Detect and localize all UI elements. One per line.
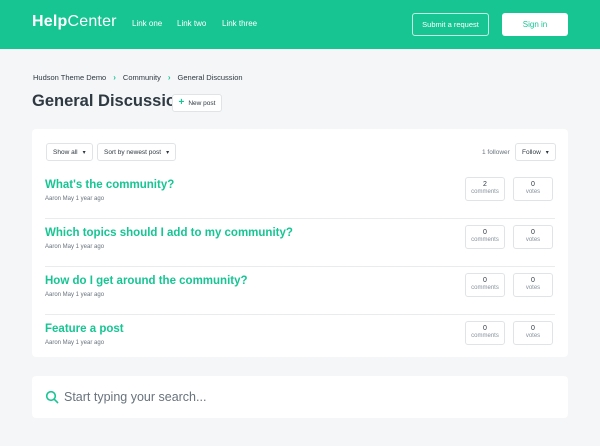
breadcrumb-item-home[interactable]: Hudson Theme Demo xyxy=(33,73,106,82)
nav-link-one[interactable]: Link one xyxy=(132,19,162,28)
new-post-button[interactable]: + New post xyxy=(172,94,222,112)
votes-count: 0 votes xyxy=(513,177,553,201)
logo-light-text: Center xyxy=(67,13,117,30)
post-meta: Aaron May 1 year ago xyxy=(45,340,105,346)
sort-label: Sort by newest post xyxy=(104,148,162,156)
post-item: What's the community? Aaron May 1 year a… xyxy=(32,171,568,219)
post-meta: Aaron May 1 year ago xyxy=(45,196,105,202)
comments-count: 0 comments xyxy=(465,273,505,297)
post-title-link[interactable]: How do I get around the community? xyxy=(45,275,248,287)
post-title-link[interactable]: Feature a post xyxy=(45,323,124,335)
comments-label: comments xyxy=(471,237,499,243)
search-input[interactable] xyxy=(64,385,544,409)
votes-label: votes xyxy=(525,237,541,243)
page-title: General Discussion xyxy=(32,92,187,110)
votes-count: 0 votes xyxy=(513,273,553,297)
sort-dropdown[interactable]: Sort by newest post ▾ xyxy=(97,143,177,161)
breadcrumb-item-current[interactable]: General Discussion xyxy=(178,73,243,82)
posts-card: Show all ▾ Sort by newest post ▾ 1 follo… xyxy=(32,129,568,357)
comments-count: 0 comments xyxy=(465,321,505,345)
logo[interactable]: HelpCenter xyxy=(32,13,117,31)
chevron-down-icon: ▾ xyxy=(166,149,170,156)
comments-number: 2 xyxy=(483,181,487,188)
breadcrumb-item-community[interactable]: Community xyxy=(123,73,161,82)
post-meta: Aaron May 1 year ago xyxy=(45,244,105,250)
plus-icon: + xyxy=(178,97,185,108)
votes-number: 0 xyxy=(531,181,535,188)
votes-count: 0 votes xyxy=(513,321,553,345)
show-filter-label: Show all xyxy=(53,148,78,156)
follow-label: Follow xyxy=(522,148,541,156)
votes-number: 0 xyxy=(531,325,535,332)
post-title-link[interactable]: What's the community? xyxy=(45,179,174,191)
chevron-right-icon: › xyxy=(167,73,171,82)
votes-count: 0 votes xyxy=(513,225,553,249)
votes-number: 0 xyxy=(531,229,535,236)
search-box xyxy=(32,376,568,418)
show-filter-dropdown[interactable]: Show all ▾ xyxy=(46,143,93,161)
comments-number: 0 xyxy=(483,229,487,236)
chevron-down-icon: ▾ xyxy=(545,149,549,156)
votes-number: 0 xyxy=(531,277,535,284)
follow-button[interactable]: Follow ▾ xyxy=(515,143,556,161)
sign-in-button[interactable]: Sign in xyxy=(502,13,568,36)
votes-label: votes xyxy=(525,333,541,339)
comments-label: comments xyxy=(471,189,499,195)
nav-link-three[interactable]: Link three xyxy=(222,19,257,28)
submit-request-button[interactable]: Submit a request xyxy=(412,13,489,36)
logo-bold-text: Help xyxy=(32,13,68,30)
comments-number: 0 xyxy=(483,325,487,332)
new-post-label: New post xyxy=(188,99,216,107)
search-icon xyxy=(45,390,59,404)
comments-label: comments xyxy=(471,285,499,291)
post-meta: Aaron May 1 year ago xyxy=(45,292,105,298)
comments-count: 2 comments xyxy=(465,177,505,201)
post-item: How do I get around the community? Aaron… xyxy=(32,267,568,315)
post-item: Which topics should I add to my communit… xyxy=(32,219,568,267)
comments-number: 0 xyxy=(483,277,487,284)
follower-count: 1 follower xyxy=(482,149,510,156)
nav-link-two[interactable]: Link two xyxy=(177,19,206,28)
comments-count: 0 comments xyxy=(465,225,505,249)
top-header: HelpCenter Link one Link two Link three … xyxy=(0,0,600,49)
chevron-right-icon: › xyxy=(113,73,116,82)
votes-label: votes xyxy=(525,285,541,291)
post-title-link[interactable]: Which topics should I add to my communit… xyxy=(45,227,293,239)
breadcrumb: Hudson Theme Demo › Community › General … xyxy=(33,73,243,82)
post-item: Feature a post Aaron May 1 year ago 0 co… xyxy=(32,315,568,363)
chevron-down-icon: ▾ xyxy=(82,149,86,156)
votes-label: votes xyxy=(525,189,541,195)
comments-label: comments xyxy=(471,333,499,339)
